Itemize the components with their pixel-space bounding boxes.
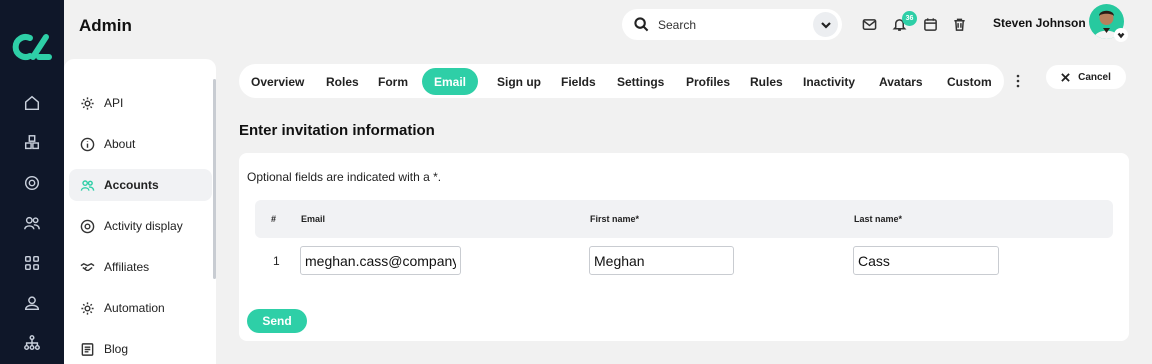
search-input[interactable]: Search	[658, 18, 696, 32]
app-rail	[0, 0, 64, 364]
calendar-icon[interactable]	[921, 15, 939, 33]
settings-tabs: Overview Roles Form Email Sign up Fields…	[239, 64, 1004, 98]
notification-badge: 36	[902, 11, 917, 26]
tab-rules[interactable]: Rules	[738, 68, 795, 95]
tab-roles[interactable]: Roles	[314, 68, 371, 95]
target-icon[interactable]	[22, 173, 42, 193]
gear-icon	[81, 96, 94, 110]
sidebar-item-label: About	[104, 137, 136, 151]
tab-sign-up[interactable]: Sign up	[485, 68, 553, 95]
user-menu-toggle[interactable]	[1114, 28, 1128, 42]
more-tabs-icon[interactable]	[1010, 72, 1026, 90]
tab-custom[interactable]: Custom	[935, 68, 1004, 95]
table-header: # Email First name* Last name*	[255, 200, 1113, 238]
tab-fields[interactable]: Fields	[549, 68, 608, 95]
user-name[interactable]: Steven Johnson	[993, 16, 1086, 30]
optional-fields-hint: Optional fields are indicated with a *.	[247, 170, 442, 184]
section-title: Enter invitation information	[239, 122, 435, 139]
tab-avatars[interactable]: Avatars	[867, 68, 935, 95]
column-header-first-name: First name*	[590, 214, 640, 224]
search-icon	[634, 17, 649, 32]
cancel-label: Cancel	[1078, 71, 1111, 83]
cancel-button[interactable]: Cancel	[1046, 65, 1126, 89]
tab-email[interactable]: Email	[422, 68, 479, 95]
top-header: Admin Search 36 Steven Johnson	[64, 0, 1152, 56]
trash-icon[interactable]	[950, 15, 968, 33]
sidebar-item-affiliates[interactable]: Affiliates	[69, 251, 212, 283]
sidebar-item-blog[interactable]: Blog	[69, 333, 212, 364]
close-icon	[1061, 72, 1070, 82]
users-icon[interactable]	[22, 213, 42, 233]
sidebar-item-about[interactable]: About	[69, 128, 212, 160]
chevron-down-icon	[820, 21, 831, 29]
search-bar[interactable]: Search	[622, 9, 842, 40]
email-field[interactable]	[300, 246, 461, 275]
first-name-field[interactable]	[589, 246, 734, 275]
sidebar-item-label: API	[104, 96, 124, 110]
sidebar-scrollbar[interactable]	[213, 79, 216, 279]
cubes-icon[interactable]	[22, 133, 42, 153]
page-title: Admin	[79, 16, 132, 35]
tab-inactivity[interactable]: Inactivity	[791, 68, 867, 95]
tab-form[interactable]: Form	[366, 68, 420, 95]
users-icon	[80, 179, 95, 191]
sidebar-item-api[interactable]: API	[69, 87, 212, 119]
settings-sidebar: API About Accounts Activity display Affi…	[64, 59, 216, 364]
tab-profiles[interactable]: Profiles	[674, 68, 742, 95]
sidebar-item-label: Activity display	[104, 219, 183, 233]
chevron-down-icon	[1117, 32, 1125, 39]
document-icon	[81, 342, 94, 356]
sidebar-item-accounts[interactable]: Accounts	[69, 169, 212, 201]
column-header-last-name: Last name*	[854, 214, 903, 224]
sidebar-item-label: Accounts	[104, 178, 159, 192]
invitation-card: Optional fields are indicated with a *. …	[239, 153, 1129, 341]
handshake-icon	[80, 262, 95, 271]
last-name-field[interactable]	[853, 246, 999, 275]
sidebar-item-activity-display[interactable]: Activity display	[69, 210, 212, 242]
sidebar-item-label: Blog	[104, 342, 129, 356]
column-header-email: Email	[301, 214, 326, 224]
sidebar-item-automation[interactable]: Automation	[69, 292, 212, 324]
user-icon[interactable]	[22, 293, 42, 313]
grid-icon[interactable]	[22, 253, 42, 273]
info-icon	[80, 137, 95, 151]
row-number: 1	[273, 254, 280, 268]
sidebar-item-label: Automation	[104, 301, 165, 315]
mail-icon[interactable]	[860, 15, 878, 33]
brand-logo-icon[interactable]	[12, 32, 52, 62]
home-icon[interactable]	[22, 93, 42, 113]
search-dropdown-button[interactable]	[813, 12, 838, 37]
column-header-number: #	[271, 214, 277, 224]
target-icon	[80, 219, 95, 233]
tab-settings[interactable]: Settings	[605, 68, 676, 95]
sitemap-icon[interactable]	[22, 333, 42, 353]
gear-icon	[81, 301, 94, 315]
tab-overview[interactable]: Overview	[239, 68, 316, 95]
sidebar-item-label: Affiliates	[104, 260, 150, 274]
send-button[interactable]: Send	[247, 309, 307, 333]
